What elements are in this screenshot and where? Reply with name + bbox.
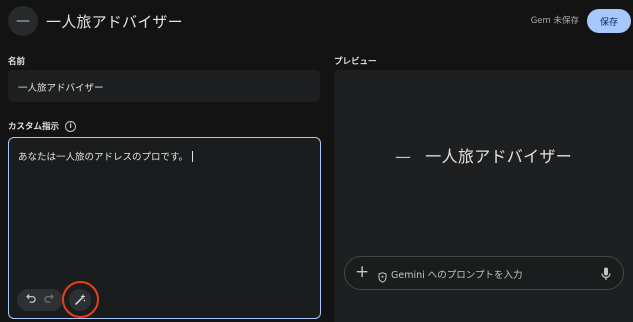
- info-icon[interactable]: i: [65, 120, 77, 132]
- preview-panel: — 一人旅アドバイザー + Gemini へのプロンプトを入力: [334, 70, 633, 322]
- undo-redo-group: [17, 289, 63, 311]
- instructions-label-text: カスタム指示: [8, 122, 60, 132]
- preview-title-text: 一人旅アドバイザー: [425, 147, 572, 166]
- instructions-value: あなたは一人旅のアドレスのプロです。: [18, 152, 189, 163]
- name-label: 名前: [8, 57, 26, 67]
- text-caret: [192, 151, 194, 162]
- plus-icon[interactable]: +: [355, 262, 369, 282]
- save-button[interactable]: 保存: [587, 9, 631, 33]
- highlight-annotation: [62, 281, 99, 318]
- preview-title: — 一人旅アドバイザー: [334, 143, 633, 167]
- mic-icon[interactable]: [601, 266, 611, 285]
- prompt-placeholder: Gemini へのプロンプトを入力: [391, 270, 523, 281]
- shield-icon: [378, 268, 387, 287]
- instructions-label: カスタム指示 i: [8, 120, 77, 132]
- header: — 一人旅アドバイザー Gem 未保存 保存: [0, 0, 633, 44]
- undo-icon[interactable]: [25, 293, 36, 307]
- prompt-input[interactable]: + Gemini へのプロンプトを入力: [344, 256, 624, 290]
- avatar-glyph: —: [16, 13, 30, 29]
- unsaved-status: Gem 未保存: [530, 16, 579, 26]
- preview-title-glyph: —: [394, 147, 412, 166]
- preview-label: プレビュー: [334, 57, 377, 67]
- instructions-text: あなたは一人旅のアドレスのプロです。: [18, 149, 194, 163]
- name-field[interactable]: 一人旅アドバイザー: [8, 70, 320, 102]
- gem-avatar: —: [8, 6, 38, 36]
- page-title: 一人旅アドバイザー: [46, 13, 183, 31]
- instructions-textarea[interactable]: あなたは一人旅のアドレスのプロです。: [8, 137, 321, 319]
- redo-icon[interactable]: [44, 293, 55, 307]
